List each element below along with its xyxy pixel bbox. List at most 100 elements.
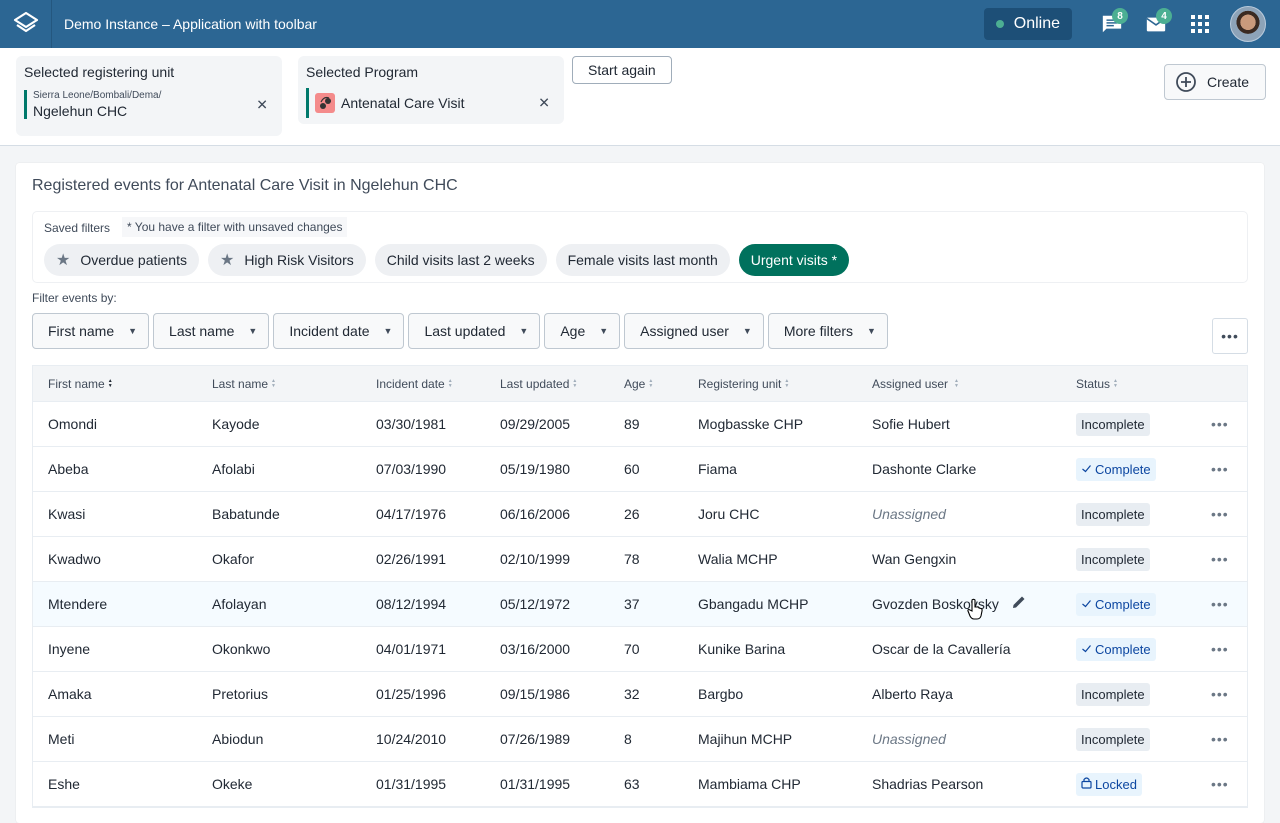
- table-row[interactable]: Kwadwo Okafor 02/26/1991 02/10/1999 78 Walia …: [33, 537, 1247, 582]
- filter-button[interactable]: More filters ▼: [767, 313, 888, 349]
- filter-button-label: First name: [48, 323, 115, 339]
- assigned-user-name: Unassigned: [872, 731, 946, 747]
- cell-incident: 01/31/1995: [376, 776, 447, 792]
- table-row[interactable]: Omondi Kayode 03/30/1981 09/29/2005 89 Mogbas…: [33, 402, 1247, 447]
- column-header-label: Status: [1076, 376, 1111, 391]
- saved-filter-chip[interactable]: Urgent visits *: [738, 244, 850, 276]
- app-header: Demo Instance – Application with toolbar…: [0, 0, 1280, 48]
- cell-assigned-user[interactable]: Unassigned: [872, 506, 946, 522]
- clear-org-unit-icon[interactable]: ✕: [256, 96, 268, 113]
- cell-incident: 03/30/1981: [376, 416, 447, 432]
- row-actions-button[interactable]: •••: [1211, 506, 1229, 522]
- table-row[interactable]: Mtendere Afolayan 08/12/1994 05/12/1972 37 Gb…: [33, 582, 1247, 627]
- row-actions-button[interactable]: •••: [1211, 776, 1229, 792]
- column-header[interactable]: Incident date ▲ ▼: [376, 377, 453, 391]
- cell-incident: 07/03/1990: [376, 461, 447, 477]
- apps-grid-icon: [1191, 15, 1209, 33]
- column-header[interactable]: Last updated ▲ ▼: [500, 377, 577, 391]
- column-header[interactable]: Status ▲ ▼: [1076, 377, 1118, 391]
- status-label: Locked: [1095, 776, 1137, 792]
- cell-status: Complete: [1076, 637, 1156, 661]
- cell-status: Complete: [1076, 457, 1156, 481]
- saved-filter-chip[interactable]: ★ Overdue patients: [44, 244, 199, 276]
- edit-pencil-icon[interactable]: [1011, 594, 1027, 614]
- filter-button[interactable]: Assigned user ▼: [624, 313, 764, 349]
- saved-filter-chip[interactable]: Child visits last 2 weeks: [374, 244, 547, 276]
- column-header-label: Last name: [212, 376, 269, 391]
- app-logo[interactable]: [0, 0, 52, 48]
- table-header: First name ▲ ▼ Last name ▲ ▼ Incident date ▲ ▼ La…: [33, 366, 1247, 402]
- cell-assigned-user[interactable]: Alberto Raya: [872, 686, 953, 702]
- row-actions-button[interactable]: •••: [1211, 416, 1229, 432]
- table-row[interactable]: Abeba Afolabi 07/03/1990 05/19/1980 60 Fiama D…: [33, 447, 1247, 492]
- user-avatar[interactable]: [1230, 6, 1266, 42]
- column-header[interactable]: Last name ▲ ▼: [212, 377, 276, 391]
- table-row[interactable]: Meti Abiodun 10/24/2010 07/26/1989 8 Majihun …: [33, 717, 1247, 762]
- cell-assigned-user[interactable]: Shadrias Pearson: [872, 776, 983, 792]
- row-actions-button[interactable]: •••: [1211, 686, 1229, 702]
- caret-down-icon: ▼: [867, 326, 876, 336]
- caret-down-icon: ▼: [519, 326, 529, 336]
- unsaved-changes-note: * You have a filter with unsaved changes: [122, 217, 348, 237]
- cell-assigned-user[interactable]: Gvozden Boskovsky: [872, 594, 1027, 614]
- create-button[interactable]: Create: [1164, 64, 1267, 100]
- assigned-user-name: Gvozden Boskovsky: [872, 596, 999, 612]
- cell-assigned-user[interactable]: Unassigned: [872, 731, 946, 747]
- status-label: Incomplete: [1081, 551, 1145, 567]
- org-unit-value: Sierra Leone/Bombali/Dema/ Ngelehun CHC …: [24, 90, 274, 119]
- mail-button[interactable]: 4: [1134, 0, 1178, 48]
- app-title: Demo Instance – Application with toolbar: [64, 16, 317, 32]
- filter-button[interactable]: Last name ▼: [153, 313, 270, 349]
- cell-age: 26: [624, 506, 640, 522]
- cell-first: Amaka: [48, 686, 92, 702]
- cell-assigned-user[interactable]: Oscar de la Cavallería: [872, 641, 1011, 657]
- column-header[interactable]: Assigned user ▲ ▼: [872, 377, 959, 391]
- filter-button[interactable]: Last updated ▼: [408, 313, 541, 349]
- saved-filter-chip[interactable]: Female visits last month: [555, 244, 730, 276]
- row-actions-button[interactable]: •••: [1211, 596, 1229, 612]
- filter-button[interactable]: Incident date ▼: [273, 313, 405, 349]
- column-header-label: Registering unit: [698, 376, 782, 391]
- row-actions-button[interactable]: •••: [1211, 641, 1229, 657]
- column-header[interactable]: Registering unit ▲ ▼: [698, 377, 789, 391]
- saved-filter-chip[interactable]: ★ High Risk Visitors: [207, 244, 366, 276]
- cell-updated: 09/15/1986: [500, 686, 571, 702]
- cell-last: Afolayan: [212, 596, 267, 612]
- column-header-label: Last updated: [500, 376, 570, 391]
- sort-icon: ▲ ▼: [572, 377, 578, 389]
- cell-assigned-user[interactable]: Dashonte Clarke: [872, 461, 976, 477]
- check-icon: [1081, 462, 1092, 477]
- messages-button[interactable]: 8: [1090, 0, 1134, 48]
- filter-button-label: More filters: [783, 323, 854, 339]
- clear-program-icon[interactable]: ✕: [538, 95, 550, 112]
- table-row[interactable]: Inyene Okonkwo 04/01/1971 03/16/2000 70 Kunik…: [33, 627, 1247, 672]
- column-header[interactable]: Age ▲ ▼: [624, 377, 653, 391]
- cell-assigned-user[interactable]: Sofie Hubert: [872, 416, 950, 432]
- cell-first: Kwadwo: [48, 551, 101, 567]
- list-actions-button[interactable]: •••: [1212, 318, 1248, 354]
- row-actions-button[interactable]: •••: [1211, 731, 1229, 747]
- column-header[interactable]: First name ▲ ▼: [48, 377, 113, 391]
- assigned-user-name: Sofie Hubert: [872, 416, 950, 432]
- table-row[interactable]: Kwasi Babatunde 04/17/1976 06/16/2006 26 Joru…: [33, 492, 1247, 537]
- cell-status: Locked: [1076, 772, 1142, 796]
- cell-last: Okeke: [212, 776, 253, 792]
- lock-icon: [1081, 776, 1092, 792]
- org-unit-path: Sierra Leone/Bombali/Dema/: [33, 90, 162, 101]
- cell-status: Incomplete: [1076, 412, 1150, 436]
- online-dot-icon: [995, 20, 1004, 28]
- table-row[interactable]: Amaka Pretorius 01/25/1996 09/15/1986 32 Barg…: [33, 672, 1247, 717]
- cell-age: 70: [624, 641, 640, 657]
- add-circle-icon: [1176, 72, 1196, 92]
- row-actions-button[interactable]: •••: [1211, 551, 1229, 567]
- status-label: Incomplete: [1081, 506, 1145, 522]
- cell-assigned-user[interactable]: Wan Gengxin: [872, 551, 956, 567]
- apps-button[interactable]: [1178, 0, 1222, 48]
- start-again-button[interactable]: Start again: [572, 56, 672, 84]
- cell-updated: 02/10/1999: [500, 551, 571, 567]
- filter-button[interactable]: First name ▼: [32, 313, 150, 349]
- cell-incident: 04/17/1976: [376, 506, 447, 522]
- filter-button[interactable]: Age ▼: [544, 313, 621, 349]
- row-actions-button[interactable]: •••: [1211, 461, 1229, 477]
- table-row[interactable]: Eshe Okeke 01/31/1995 01/31/1995 63 Mambiama …: [33, 762, 1247, 807]
